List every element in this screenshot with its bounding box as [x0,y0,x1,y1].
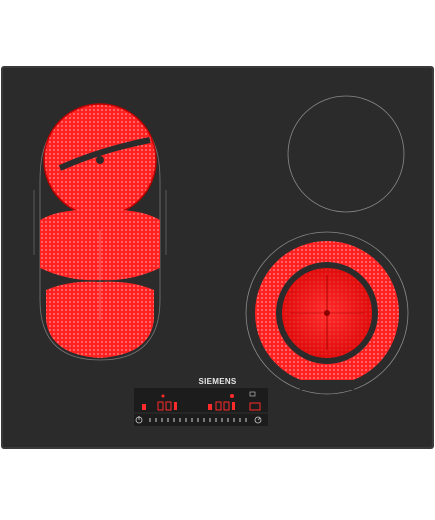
control-panel [134,388,268,426]
left-zone-group [33,103,167,361]
product-photo: SIEMENS [0,0,435,515]
brand-logo: SIEMENS [198,377,237,386]
left-top-center-hub [96,156,104,164]
ceramic-hob [1,66,434,449]
